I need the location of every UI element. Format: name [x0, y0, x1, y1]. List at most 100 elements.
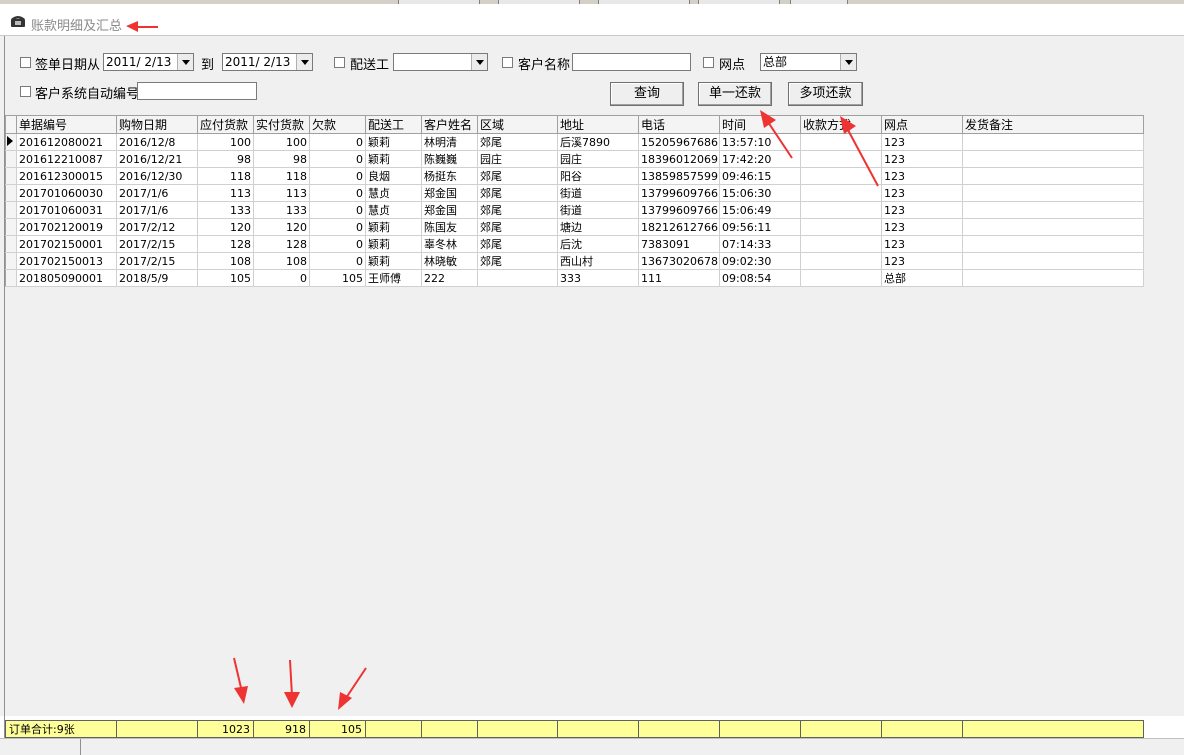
table-cell[interactable]: 良烟 [365, 167, 422, 185]
table-cell[interactable]: 09:08:54 [719, 269, 801, 287]
table-row[interactable]: 201805090001 2018/5/9 105 0 105 王师傅 222 333 111 0… [5, 269, 1144, 287]
table-cell[interactable] [962, 133, 1144, 151]
table-cell[interactable]: 7383091 [638, 235, 720, 253]
table-cell[interactable]: 园庄 [477, 150, 558, 168]
row-selector[interactable] [5, 201, 17, 219]
chevron-down-icon[interactable] [177, 54, 193, 70]
table-cell[interactable]: 201701060031 [16, 201, 117, 219]
table-cell[interactable] [800, 201, 882, 219]
table-cell[interactable]: 18396012069 [638, 150, 720, 168]
table-cell[interactable]: 颖莉 [365, 218, 422, 236]
table-cell[interactable]: 123 [881, 133, 963, 151]
table-cell[interactable]: 100 [197, 133, 254, 151]
table-cell[interactable]: 阳谷 [557, 167, 639, 185]
table-cell[interactable]: 118 [253, 167, 310, 185]
table-cell[interactable]: 街道 [557, 184, 639, 202]
table-cell[interactable]: 123 [881, 184, 963, 202]
table-cell[interactable]: 98 [197, 150, 254, 168]
table-cell[interactable]: 总部 [881, 269, 963, 287]
table-cell[interactable] [962, 218, 1144, 236]
table-cell[interactable]: 111 [638, 269, 720, 287]
row-selector[interactable] [5, 184, 17, 202]
table-cell[interactable]: 222 [421, 269, 478, 287]
table-cell[interactable]: 颖莉 [365, 150, 422, 168]
table-cell[interactable]: 0 [309, 235, 366, 253]
row-selector[interactable] [5, 252, 17, 270]
table-cell[interactable]: 街道 [557, 201, 639, 219]
branch-checkbox[interactable] [703, 57, 714, 68]
table-cell[interactable]: 201612080021 [16, 133, 117, 151]
table-cell[interactable]: 0 [253, 269, 310, 287]
column-header[interactable]: 电话 [638, 115, 720, 134]
column-header[interactable]: 单据编号 [16, 115, 117, 134]
table-cell[interactable]: 201702150013 [16, 252, 117, 270]
single-repay-button[interactable]: 单一还款 [698, 82, 772, 106]
table-cell[interactable]: 林明清 [421, 133, 478, 151]
table-cell[interactable]: 13673020678 [638, 252, 720, 270]
table-cell[interactable]: 0 [309, 150, 366, 168]
query-button[interactable]: 查询 [610, 82, 684, 106]
courier-checkbox[interactable] [334, 57, 345, 68]
column-header[interactable]: 购物日期 [116, 115, 198, 134]
row-selector[interactable] [5, 235, 17, 253]
table-row[interactable]: 201701060031 2017/1/6 133 133 0 慧贞 郑金国 郊尾 街道 1379… [5, 201, 1144, 219]
chevron-down-icon[interactable] [471, 54, 487, 70]
table-cell[interactable] [962, 269, 1144, 287]
table-cell[interactable]: 郑金国 [421, 184, 478, 202]
table-cell[interactable]: 133 [253, 201, 310, 219]
table-cell[interactable]: 郊尾 [477, 201, 558, 219]
column-header[interactable]: 实付货款 [253, 115, 310, 134]
table-cell[interactable]: 郊尾 [477, 133, 558, 151]
table-cell[interactable]: 杨挺东 [421, 167, 478, 185]
table-cell[interactable]: 0 [309, 201, 366, 219]
table-cell[interactable]: 118 [197, 167, 254, 185]
branch-select[interactable]: 总部 [760, 53, 857, 71]
table-cell[interactable]: 辜冬林 [421, 235, 478, 253]
table-cell[interactable]: 慧贞 [365, 184, 422, 202]
column-header[interactable]: 欠款 [309, 115, 366, 134]
table-cell[interactable]: 113 [253, 184, 310, 202]
table-row[interactable]: 201612210087 2016/12/21 98 98 0 颖莉 陈巍巍 园庄 园庄 1839… [5, 150, 1144, 168]
table-cell[interactable]: 郊尾 [477, 184, 558, 202]
table-cell[interactable]: 2017/2/12 [116, 218, 198, 236]
table-cell[interactable]: 105 [309, 269, 366, 287]
table-cell[interactable]: 颖莉 [365, 252, 422, 270]
table-cell[interactable]: 郊尾 [477, 167, 558, 185]
table-cell[interactable] [962, 167, 1144, 185]
table-cell[interactable]: 15:06:49 [719, 201, 801, 219]
table-row[interactable]: 201702150013 2017/2/15 108 108 0 颖莉 林晓敏 郊尾 西山村 13… [5, 252, 1144, 270]
sign-date-checkbox[interactable] [20, 57, 31, 68]
column-header[interactable]: 地址 [557, 115, 639, 134]
row-selector[interactable] [5, 269, 17, 287]
table-cell[interactable]: 09:56:11 [719, 218, 801, 236]
table-cell[interactable]: 13799609766 [638, 201, 720, 219]
table-cell[interactable]: 0 [309, 184, 366, 202]
table-cell[interactable]: 颖莉 [365, 235, 422, 253]
row-selector[interactable] [5, 167, 17, 185]
table-cell[interactable]: 128 [197, 235, 254, 253]
table-cell[interactable]: 07:14:33 [719, 235, 801, 253]
table-cell[interactable]: 201805090001 [16, 269, 117, 287]
table-cell[interactable]: 郊尾 [477, 235, 558, 253]
table-cell[interactable] [477, 269, 558, 287]
table-cell[interactable]: 120 [253, 218, 310, 236]
customer-name-checkbox[interactable] [502, 57, 513, 68]
column-header[interactable]: 网点 [881, 115, 963, 134]
table-cell[interactable]: 201612210087 [16, 150, 117, 168]
chevron-down-icon[interactable] [296, 54, 312, 70]
row-selector[interactable] [5, 133, 17, 151]
table-cell[interactable]: 98 [253, 150, 310, 168]
table-cell[interactable]: 100 [253, 133, 310, 151]
table-cell[interactable]: 123 [881, 218, 963, 236]
table-cell[interactable]: 西山村 [557, 252, 639, 270]
table-cell[interactable]: 郊尾 [477, 252, 558, 270]
table-cell[interactable] [800, 269, 882, 287]
table-cell[interactable] [962, 252, 1144, 270]
table-cell[interactable]: 09:02:30 [719, 252, 801, 270]
customer-auto-no-checkbox[interactable] [20, 86, 31, 97]
table-cell[interactable]: 133 [197, 201, 254, 219]
table-cell[interactable]: 201702120019 [16, 218, 117, 236]
table-row[interactable]: 201702150001 2017/2/15 128 128 0 颖莉 辜冬林 郊尾 后沈 738… [5, 235, 1144, 253]
table-cell[interactable]: 0 [309, 167, 366, 185]
table-cell[interactable]: 13859857599 [638, 167, 720, 185]
